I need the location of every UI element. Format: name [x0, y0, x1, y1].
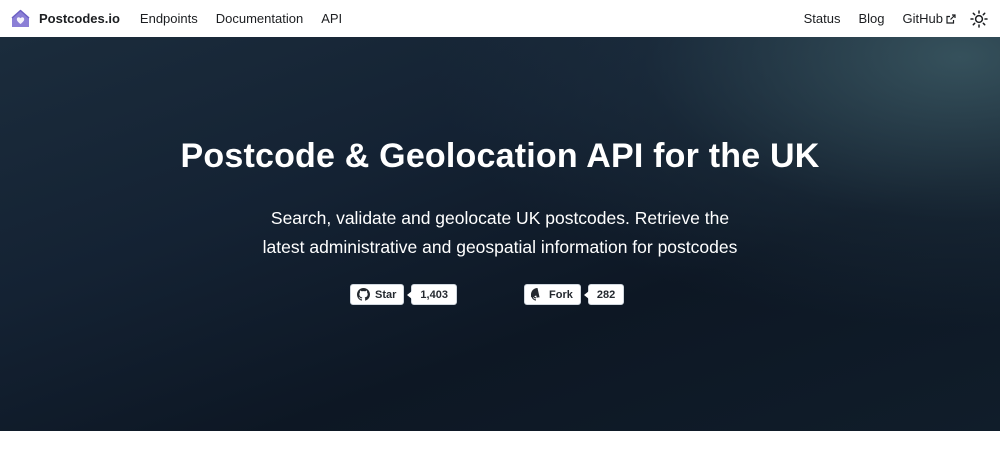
nav-left: Endpoints Documentation API [140, 11, 360, 26]
nav-link-api[interactable]: API [321, 11, 342, 26]
hero-subtitle-line-2: latest administrative and geospatial inf… [262, 237, 738, 257]
nav-link-endpoints[interactable]: Endpoints [140, 11, 198, 26]
github-fork-label: Fork [549, 288, 573, 301]
hero-subtitle: Search, validate and geolocate UK postco… [250, 204, 750, 262]
nav-right: Status Blog GitHub [786, 9, 1000, 28]
external-link-icon [946, 12, 956, 24]
house-logo-icon [10, 8, 31, 29]
github-star-label: Star [375, 288, 397, 301]
content-area [0, 431, 1000, 464]
github-mark-icon [357, 288, 370, 301]
github-star-group: Star 1,403 [350, 284, 457, 305]
github-fork-button[interactable]: Fork [524, 284, 581, 305]
brand-link[interactable]: Postcodes.io [10, 8, 120, 29]
github-fork-group: Fork 282 [524, 284, 625, 305]
nav-link-github[interactable]: GitHub [903, 11, 956, 26]
hero-section: Postcode & Geolocation API for the UK Se… [0, 37, 1000, 431]
nav-link-status[interactable]: Status [804, 11, 841, 26]
github-link-label: GitHub [902, 11, 943, 26]
brand-title: Postcodes.io [39, 11, 120, 26]
github-fork-count[interactable]: 282 [583, 284, 625, 305]
hero-subtitle-line-1: Search, validate and geolocate UK postco… [270, 208, 730, 228]
github-star-count[interactable]: 1,403 [407, 284, 457, 305]
github-star-button[interactable]: Star [350, 284, 405, 305]
github-mark-icon [529, 288, 544, 301]
navbar: Postcodes.io Endpoints Documentation API… [0, 0, 1000, 37]
sun-icon[interactable] [970, 9, 988, 28]
nav-link-documentation[interactable]: Documentation [216, 11, 303, 26]
hero-title: Postcode & Geolocation API for the UK [180, 137, 820, 175]
nav-link-blog[interactable]: Blog [859, 11, 885, 26]
